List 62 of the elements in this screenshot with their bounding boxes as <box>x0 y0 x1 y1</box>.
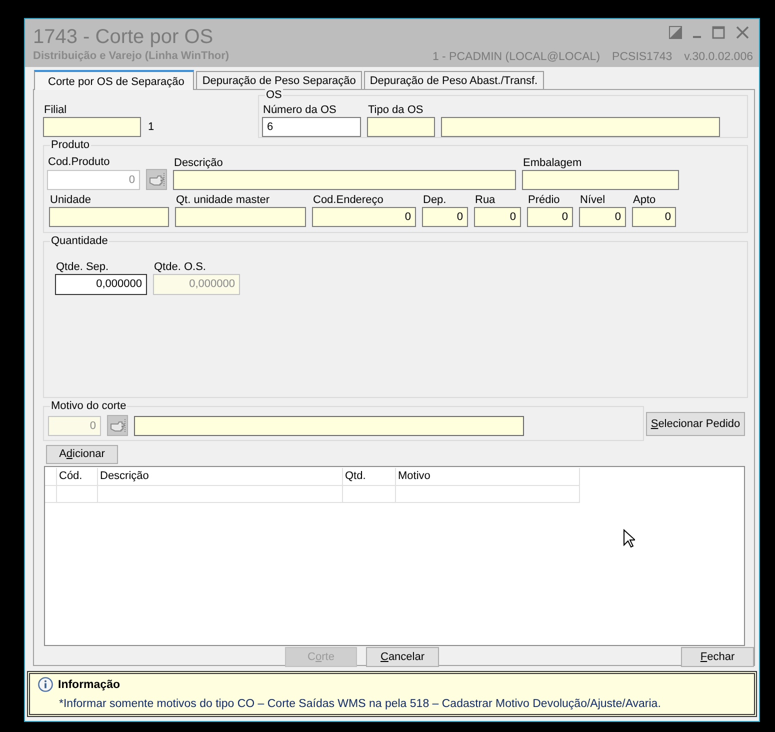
mouse-cursor-icon <box>623 529 635 548</box>
field-label: Filial <box>43 104 68 117</box>
table-cell <box>57 486 98 503</box>
field-label: Cod.Endereço <box>312 194 384 207</box>
field-label: Rua <box>474 194 496 207</box>
field-label: Descrição <box>173 157 224 170</box>
row-indicator-header <box>45 468 57 486</box>
column-header[interactable]: Cód. <box>57 468 98 486</box>
close-button[interactable]: Fechar <box>681 647 754 667</box>
input-field[interactable]: 0 <box>527 207 573 227</box>
field-label: Apto <box>632 194 657 207</box>
input-field[interactable] <box>49 207 169 227</box>
input-field[interactable] <box>43 117 141 137</box>
group-legend: Quantidade <box>50 235 109 248</box>
field-label: Unidade <box>49 194 92 207</box>
input-field[interactable] <box>367 117 435 137</box>
filial-value: 1 <box>148 121 154 133</box>
cancel-button[interactable]: Cancelar <box>366 647 439 667</box>
field-label: Número da OS <box>262 104 338 117</box>
program-code: PCSIS1743 <box>612 50 672 64</box>
field-label: Prédio <box>527 194 561 207</box>
version-label: v.30.0.02.006 <box>684 50 753 64</box>
input-field[interactable]: 0 <box>632 207 676 227</box>
input-field[interactable]: 0 <box>312 207 416 227</box>
add-button[interactable]: Adicionar <box>46 445 118 464</box>
minimize-icon <box>693 36 701 38</box>
input-field[interactable]: 0,000000 <box>55 274 147 295</box>
field-label: Tipo da OS <box>367 104 424 117</box>
input-field[interactable] <box>522 170 679 190</box>
field-label: Qt. unidade master <box>175 194 271 207</box>
table-cell <box>343 486 396 503</box>
maximize-icon <box>712 26 725 39</box>
field-label: Qtde. O.S. <box>153 261 207 274</box>
info-icon <box>38 677 53 692</box>
input-field[interactable] <box>173 170 516 190</box>
input-field[interactable]: 0 <box>579 207 626 227</box>
input-field[interactable]: 0 <box>474 207 521 227</box>
field-label: Qtde. Sep. <box>55 261 110 274</box>
window-title: 1743 - Corte por OS <box>33 25 214 49</box>
info-title: Informação <box>58 678 120 690</box>
user-label: 1 - PCADMIN (LOCAL@LOCAL) <box>432 50 600 64</box>
column-header[interactable]: Qtd. <box>343 468 396 486</box>
row-indicator <box>45 486 57 503</box>
pointing-hand-icon <box>146 169 167 190</box>
select-order-button[interactable]: Selecionar Pedido <box>646 412 745 436</box>
info-message: *Informar somente motivos do tipo CO – Corte Saídas WMS na pela 518 – Cadastrar Motivo Devolução/Ajuste/Avaria. <box>59 698 662 710</box>
field-label: Dep. <box>422 194 448 207</box>
tab[interactable]: Depuração de Peso Separação <box>196 71 362 89</box>
pointing-hand-icon <box>107 415 128 436</box>
tab[interactable]: Corte por OS de Separação <box>34 70 194 90</box>
input-field[interactable] <box>134 416 524 436</box>
column-header[interactable]: Descrição <box>98 468 343 486</box>
input-field[interactable]: 6 <box>262 117 361 137</box>
field-label: Nível <box>579 194 606 207</box>
field-label: Embalagem <box>522 157 583 170</box>
input-field[interactable]: 0 <box>422 207 468 227</box>
input-field[interactable] <box>175 207 306 227</box>
input-field[interactable] <box>441 117 720 137</box>
field-label: Cod.Produto <box>47 156 111 169</box>
tab[interactable]: Depuração de Peso Abast./Transf. <box>364 71 544 89</box>
column-header[interactable]: Motivo <box>396 468 580 486</box>
close-icon <box>736 26 749 39</box>
